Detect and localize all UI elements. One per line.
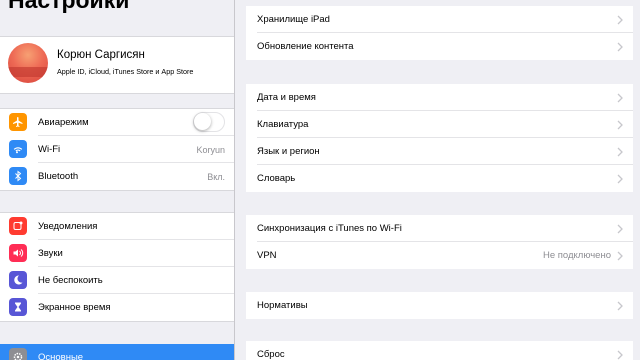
row-label: Словарь bbox=[257, 173, 296, 184]
airplane-mode-toggle[interactable] bbox=[193, 112, 225, 132]
bluetooth-status-value: Вкл. bbox=[207, 171, 225, 182]
row-ipad-storage[interactable]: Хранилище iPad bbox=[246, 6, 633, 33]
chevron-right-icon bbox=[617, 93, 623, 103]
chevron-right-icon bbox=[617, 224, 623, 234]
locale-group: Дата и время Клавиатура Язык и регион Сл… bbox=[246, 84, 633, 192]
row-label: Хранилище iPad bbox=[257, 14, 330, 25]
row-label: Обновление контента bbox=[257, 41, 354, 52]
row-label: Язык и регион bbox=[257, 146, 320, 157]
system-group: Уведомления Звуки Не беспокоить Экранное… bbox=[0, 212, 234, 322]
row-vpn[interactable]: VPN Не подключено bbox=[246, 242, 633, 269]
sidebar-item-sounds[interactable]: Звуки bbox=[0, 240, 234, 267]
regulatory-group: Нормативы bbox=[246, 292, 633, 319]
chevron-right-icon bbox=[617, 42, 623, 52]
sync-group: Синхронизация с iTunes по Wi-Fi VPN Не п… bbox=[246, 215, 633, 269]
wifi-icon bbox=[9, 140, 27, 158]
sidebar-item-label: Bluetooth bbox=[38, 171, 79, 182]
row-label: Нормативы bbox=[257, 300, 308, 311]
sidebar-item-label: Авиарежим bbox=[38, 117, 89, 128]
sidebar-item-label: Экранное время bbox=[38, 302, 111, 313]
sidebar-item-do-not-disturb[interactable]: Не беспокоить bbox=[0, 267, 234, 294]
row-language-region[interactable]: Язык и регион bbox=[246, 138, 633, 165]
avatar bbox=[8, 43, 48, 83]
sidebar-item-label: Wi-Fi bbox=[38, 144, 61, 155]
do-not-disturb-icon bbox=[9, 271, 27, 289]
bluetooth-icon bbox=[9, 167, 27, 185]
storage-group: Хранилище iPad Обновление контента bbox=[246, 6, 633, 60]
chevron-right-icon bbox=[617, 301, 623, 311]
row-keyboard[interactable]: Клавиатура bbox=[246, 111, 633, 138]
sidebar-item-wifi[interactable]: Wi-Fi Koryun bbox=[0, 136, 234, 163]
sidebar-item-bluetooth[interactable]: Bluetooth Вкл. bbox=[0, 163, 234, 190]
row-label: Сброс bbox=[257, 349, 285, 360]
sidebar-title: Настройки bbox=[8, 0, 130, 13]
chevron-right-icon bbox=[617, 147, 623, 157]
sidebar-item-notifications[interactable]: Уведомления bbox=[0, 213, 234, 240]
row-date-time[interactable]: Дата и время bbox=[246, 84, 633, 111]
sidebar-item-general[interactable]: Основные bbox=[0, 344, 234, 360]
row-itunes-wifi-sync[interactable]: Синхронизация с iTunes по Wi-Fi bbox=[246, 215, 633, 242]
sidebar-item-label: Основные bbox=[38, 352, 84, 360]
sidebar-item-label: Звуки bbox=[38, 248, 63, 259]
settings-sidebar: Настройки Корюн Саргисян Apple ID, iClou… bbox=[0, 0, 234, 360]
reset-group: Сброс bbox=[246, 341, 633, 360]
connectivity-group: Авиарежим Wi-Fi Koryun Bluetooth Вкл. bbox=[0, 108, 234, 191]
profile-subtitle: Apple ID, iCloud, iTunes Store и App Sto… bbox=[57, 67, 194, 76]
row-label: Дата и время bbox=[257, 92, 316, 103]
chevron-right-icon bbox=[617, 15, 623, 25]
row-regulatory[interactable]: Нормативы bbox=[246, 292, 633, 319]
row-background-refresh[interactable]: Обновление контента bbox=[246, 33, 633, 60]
chevron-right-icon bbox=[617, 174, 623, 184]
wifi-network-value: Koryun bbox=[196, 144, 225, 155]
gear-icon bbox=[9, 348, 27, 360]
general-settings-pane: Хранилище iPad Обновление контента Дата … bbox=[235, 0, 640, 360]
chevron-right-icon bbox=[617, 350, 623, 360]
notifications-icon bbox=[9, 217, 27, 235]
sidebar-item-screen-time[interactable]: Экранное время bbox=[0, 294, 234, 321]
sounds-icon bbox=[9, 244, 27, 262]
vpn-status-value: Не подключено bbox=[542, 250, 611, 261]
row-label: Синхронизация с iTunes по Wi-Fi bbox=[257, 223, 402, 234]
sidebar-item-label: Уведомления bbox=[38, 221, 98, 232]
chevron-right-icon bbox=[617, 120, 623, 130]
sidebar-item-label: Не беспокоить bbox=[38, 275, 103, 286]
airplane-icon bbox=[9, 113, 27, 131]
row-label: VPN bbox=[257, 250, 277, 261]
chevron-right-icon bbox=[617, 251, 623, 261]
row-reset[interactable]: Сброс bbox=[246, 341, 633, 360]
row-dictionary[interactable]: Словарь bbox=[246, 165, 633, 192]
sidebar-item-airplane-mode[interactable]: Авиарежим bbox=[0, 109, 234, 136]
screen-time-icon bbox=[9, 298, 27, 316]
row-label: Клавиатура bbox=[257, 119, 309, 130]
profile-name: Корюн Саргисян bbox=[57, 49, 145, 61]
apple-id-profile-row[interactable]: Корюн Саргисян Apple ID, iCloud, iTunes … bbox=[0, 36, 234, 94]
